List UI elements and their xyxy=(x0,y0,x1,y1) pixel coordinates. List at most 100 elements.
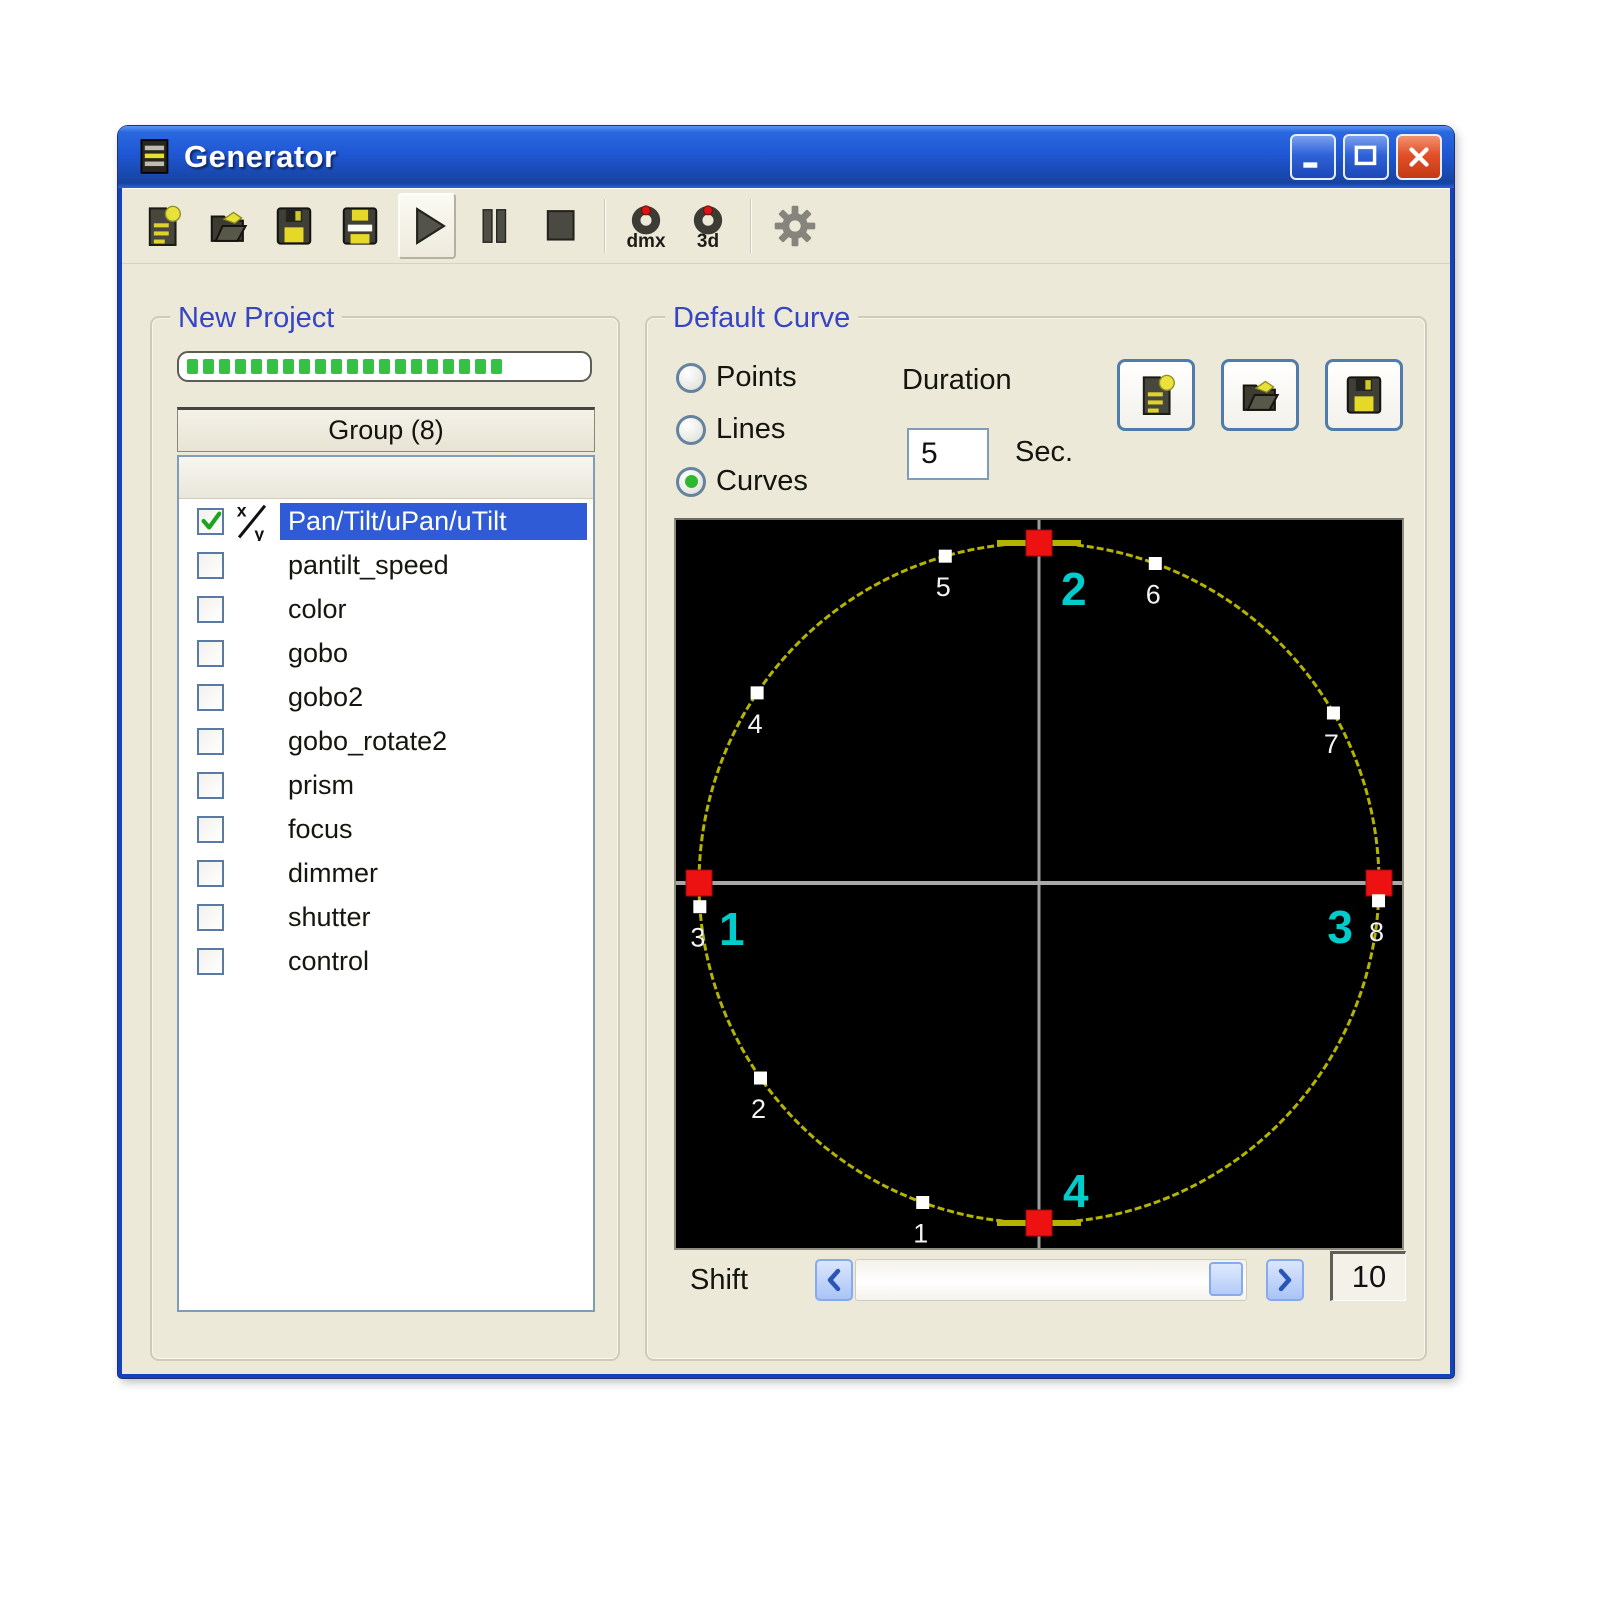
radio-curves[interactable]: Curves xyxy=(676,465,808,498)
list-item-pantilt-speed[interactable]: pantilt_speed xyxy=(179,543,593,587)
toolbar-separator xyxy=(750,199,752,253)
shift-scrollbar-track[interactable] xyxy=(855,1259,1247,1301)
title-bar[interactable]: Generator xyxy=(118,126,1454,188)
stop-button[interactable] xyxy=(532,193,588,259)
item-checkbox[interactable] xyxy=(197,640,224,667)
curve-save-button[interactable] xyxy=(1325,359,1403,431)
item-checkbox[interactable] xyxy=(197,508,224,535)
radio-lines[interactable]: Lines xyxy=(676,413,785,446)
curve-canvas[interactable]: 123456781234 xyxy=(676,520,1402,1248)
group-list-header-button[interactable]: Group (8) xyxy=(177,407,595,452)
xy-axis-icon: xy xyxy=(234,501,270,541)
sample-point-label: 3 xyxy=(690,923,705,953)
dmx-output-label: dmx xyxy=(626,233,665,250)
close-icon xyxy=(1404,142,1434,172)
list-item-dimmer[interactable]: dimmer xyxy=(179,851,593,895)
shift-scrollbar-thumb[interactable] xyxy=(1209,1262,1243,1296)
curve-open-button[interactable] xyxy=(1221,359,1299,431)
list-item-color[interactable]: color xyxy=(179,587,593,631)
item-checkbox[interactable] xyxy=(197,860,224,887)
shift-scroll-right-button[interactable] xyxy=(1266,1259,1304,1301)
progress-segment xyxy=(187,359,198,374)
duration-input[interactable] xyxy=(907,428,989,480)
svg-text:x: x xyxy=(237,501,247,520)
gear-icon xyxy=(772,203,818,249)
curve-canvas-area[interactable]: 123456781234 xyxy=(674,518,1404,1250)
item-label: pantilt_speed xyxy=(280,547,593,584)
item-label: focus xyxy=(280,811,593,848)
list-item-gobo-rotate2[interactable]: gobo_rotate2 xyxy=(179,719,593,763)
list-item-control[interactable]: control xyxy=(179,939,593,983)
main-toolbar: dmx 3d xyxy=(122,188,1450,264)
maximize-button[interactable] xyxy=(1343,134,1389,180)
progress-segment xyxy=(315,359,326,374)
radio-circle[interactable] xyxy=(676,415,706,445)
settings-button[interactable] xyxy=(766,193,824,259)
sample-point-7[interactable] xyxy=(1327,707,1340,720)
save-icon xyxy=(1342,372,1386,418)
3d-view-button[interactable]: 3d xyxy=(682,193,734,259)
item-checkbox[interactable] xyxy=(197,728,224,755)
radio-dot xyxy=(685,475,698,488)
radio-points[interactable]: Points xyxy=(676,361,797,394)
sample-point-1[interactable] xyxy=(916,1196,929,1209)
item-checkbox[interactable] xyxy=(197,772,224,799)
item-label: gobo2 xyxy=(280,679,593,716)
control-point-3[interactable] xyxy=(1366,870,1392,896)
open-icon xyxy=(1238,372,1282,418)
progress-segment xyxy=(267,359,278,374)
progress-segment xyxy=(411,359,422,374)
list-item-pan-tilt-upan-utilt[interactable]: xyPan/Tilt/uPan/uTilt xyxy=(179,499,593,543)
duration-label: Duration xyxy=(902,364,1012,397)
sample-point-4[interactable] xyxy=(751,686,764,699)
minimize-button[interactable] xyxy=(1290,134,1336,180)
open-icon xyxy=(206,203,250,249)
radio-circle[interactable] xyxy=(676,467,706,497)
dmx-output-button[interactable]: dmx xyxy=(620,193,672,259)
list-item-focus[interactable]: focus xyxy=(179,807,593,851)
radio-label: Lines xyxy=(716,413,785,446)
open-project-button[interactable] xyxy=(200,193,256,259)
control-point-4[interactable] xyxy=(1026,1210,1052,1236)
toolbar-separator xyxy=(604,199,606,253)
play-button[interactable] xyxy=(398,193,456,259)
list-item-gobo2[interactable]: gobo2 xyxy=(179,675,593,719)
sample-point-6[interactable] xyxy=(1149,557,1162,570)
item-checkbox[interactable] xyxy=(197,684,224,711)
curve-new-button[interactable] xyxy=(1117,359,1195,431)
new-project-button[interactable] xyxy=(134,193,190,259)
shift-value-box: 10 xyxy=(1330,1251,1406,1301)
checkmark-icon xyxy=(199,509,223,533)
progress-segment xyxy=(219,359,230,374)
svg-text:y: y xyxy=(254,524,264,541)
shift-scroll-left-button[interactable] xyxy=(815,1259,853,1301)
close-button[interactable] xyxy=(1396,134,1442,180)
sample-point-2[interactable] xyxy=(754,1072,767,1085)
list-item-gobo[interactable]: gobo xyxy=(179,631,593,675)
new-icon xyxy=(1134,372,1178,418)
save-project-button[interactable] xyxy=(266,193,322,259)
progress-segment xyxy=(203,359,214,374)
stop-icon xyxy=(538,203,582,249)
radio-circle[interactable] xyxy=(676,363,706,393)
control-point-1[interactable] xyxy=(686,870,712,896)
control-point-2[interactable] xyxy=(1026,530,1052,556)
window-controls xyxy=(1283,134,1442,180)
item-checkbox[interactable] xyxy=(197,596,224,623)
sample-point-3[interactable] xyxy=(693,900,706,913)
item-checkbox[interactable] xyxy=(197,552,224,579)
sample-point-8[interactable] xyxy=(1372,894,1385,907)
sample-point-5[interactable] xyxy=(939,550,952,563)
list-item-shutter[interactable]: shutter xyxy=(179,895,593,939)
item-checkbox[interactable] xyxy=(197,816,224,843)
list-item-prism[interactable]: prism xyxy=(179,763,593,807)
item-checkbox[interactable] xyxy=(197,904,224,931)
chevron-left-icon xyxy=(823,1267,845,1293)
app-icon-glyph xyxy=(138,137,172,177)
item-checkbox[interactable] xyxy=(197,948,224,975)
list-column-header[interactable] xyxy=(179,457,593,499)
progress-segment xyxy=(347,359,358,374)
pause-button[interactable] xyxy=(466,193,522,259)
save-project-as-button[interactable] xyxy=(332,193,388,259)
item-label: color xyxy=(280,591,593,628)
